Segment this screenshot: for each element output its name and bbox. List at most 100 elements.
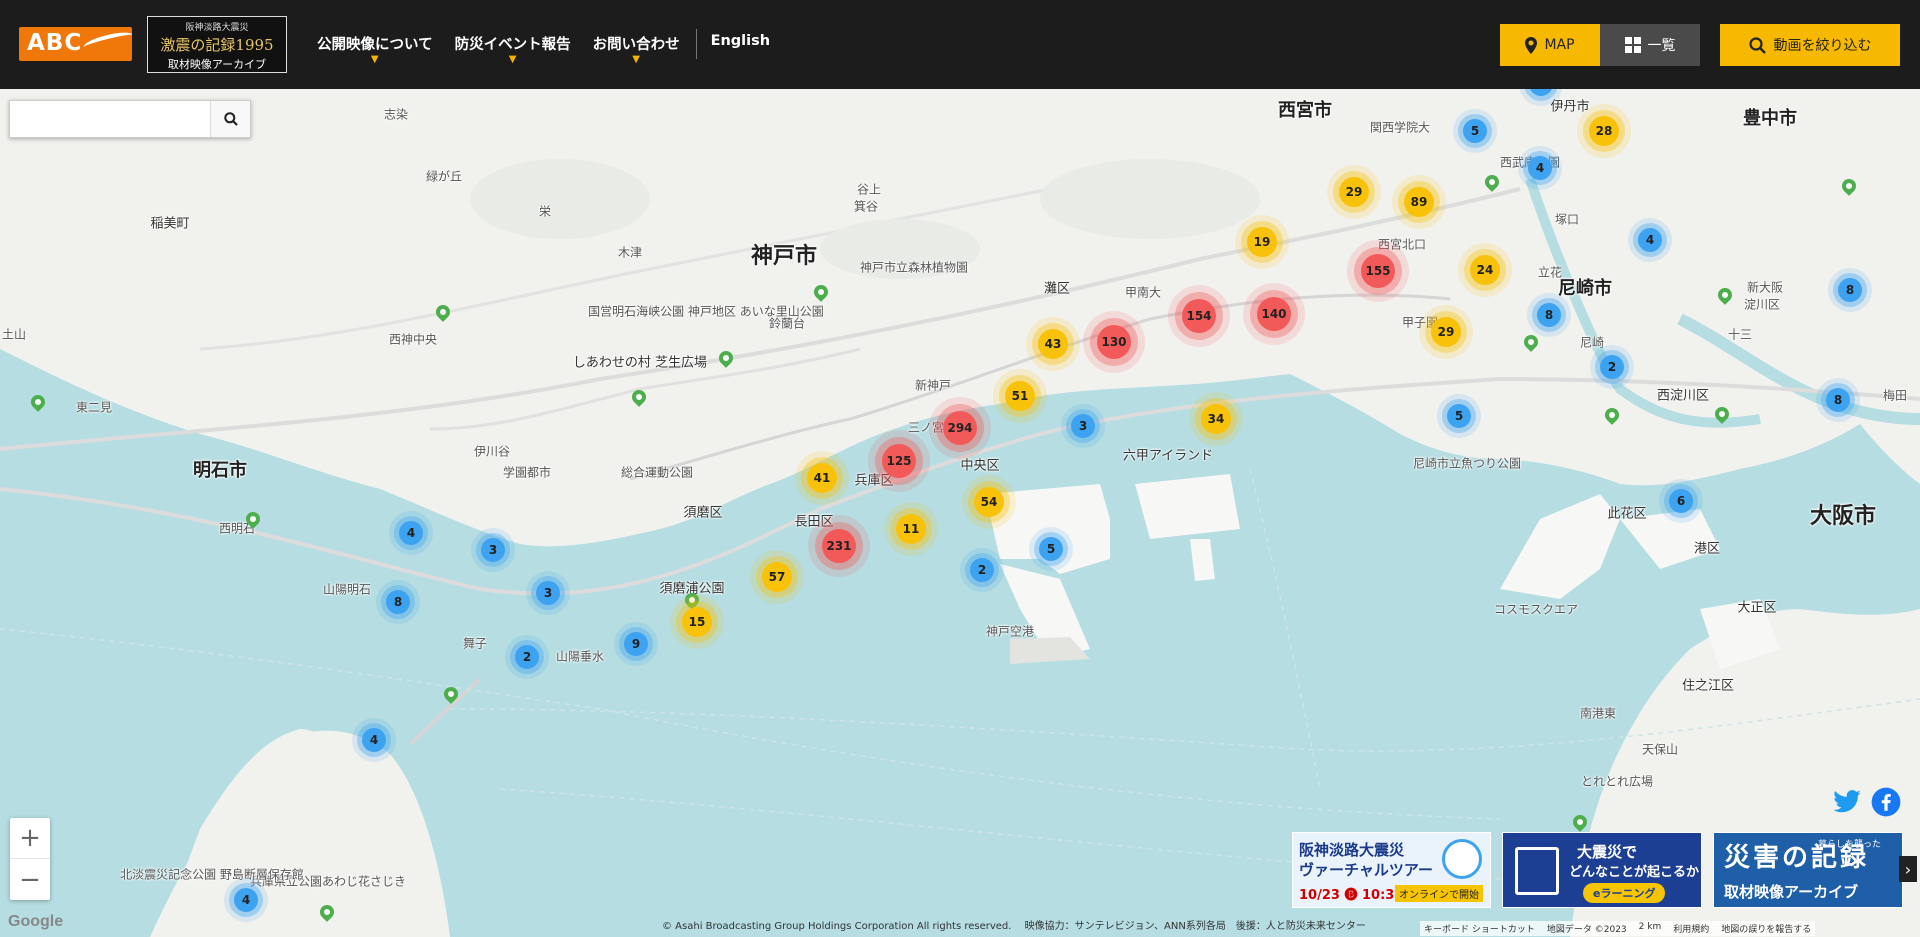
video-cluster-marker[interactable]: 19	[1247, 227, 1277, 257]
chevron-right-icon[interactable]: ›	[1899, 856, 1917, 882]
place-label: 伊川谷	[473, 444, 511, 459]
banner-line: どんなことが起こるか	[1569, 865, 1700, 880]
virtual-tour-banner[interactable]: 阪神淡路大震災 ヴァーチャルツアー 10/23 🅑 10:30〜 オンラインで開…	[1292, 832, 1491, 908]
video-cluster-marker[interactable]: 4	[1528, 156, 1552, 180]
chevron-down-icon: ▼	[370, 54, 379, 65]
place-label: 此花区	[1607, 506, 1647, 522]
archive-logo-main: 激震の記録1995	[160, 36, 274, 54]
video-cluster-marker[interactable]: 6	[1669, 489, 1693, 513]
video-cluster-marker[interactable]: 43	[1038, 329, 1068, 359]
video-cluster-marker[interactable]: 28	[1589, 116, 1619, 146]
event-emblem-icon	[1442, 839, 1482, 879]
banner-line: 取材映像アーカイブ	[1724, 883, 1859, 901]
twitter-icon[interactable]	[1832, 787, 1862, 817]
map-view-button[interactable]: MAP	[1500, 24, 1600, 66]
elearning-banner[interactable]: 大震災で どんなことが起こるか eラーニング	[1502, 832, 1702, 908]
place-label: 木津	[617, 245, 643, 260]
video-cluster-marker[interactable]: 140	[1257, 297, 1291, 331]
map-data-credit: 地図データ ©2023	[1546, 925, 1627, 935]
google-logo: Google	[8, 913, 64, 930]
place-label: 西宮市	[1278, 100, 1332, 121]
video-cluster-marker[interactable]: 54	[974, 487, 1004, 517]
video-cluster-marker[interactable]: 15	[682, 607, 712, 637]
keyboard-shortcuts-link[interactable]: キーボード ショートカット	[1424, 922, 1535, 935]
video-cluster-marker[interactable]: 8	[1826, 388, 1850, 412]
nav-event-report[interactable]: 防災イベント報告 ▼	[455, 0, 571, 65]
video-cluster-marker[interactable]: 154	[1182, 299, 1216, 333]
archive-logo-bottom: 取材映像アーカイブ	[167, 58, 267, 71]
video-cluster-marker[interactable]: 2	[515, 645, 539, 669]
place-label: 学園都市	[502, 465, 552, 480]
zoom-out-button[interactable]: −	[10, 859, 50, 900]
video-cluster-marker[interactable]: 24	[1470, 255, 1500, 285]
facebook-icon[interactable]	[1871, 787, 1901, 817]
place-label: 港区	[1693, 541, 1721, 557]
video-cluster-marker[interactable]: 3	[481, 538, 505, 562]
zoom-control: + −	[10, 818, 50, 900]
video-cluster-marker[interactable]: 5	[1463, 119, 1487, 143]
video-cluster-marker[interactable]: 34	[1201, 404, 1231, 434]
video-cluster-marker[interactable]: 3	[1071, 414, 1095, 438]
video-cluster-marker[interactable]: 29	[1339, 177, 1369, 207]
banner-line: ヴァーチャルツアー	[1299, 861, 1433, 879]
place-label: 稲美町	[150, 216, 190, 232]
place-label: とれとれ広場	[1580, 774, 1654, 789]
place-label: 新神戸	[914, 378, 952, 393]
archive-logo[interactable]: 阪神淡路大震災 激震の記録1995 取材映像アーカイブ	[147, 16, 287, 73]
place-label: 神戸空港	[985, 624, 1035, 639]
place-label: 鈴蘭台	[768, 316, 806, 331]
clipboard-icon	[1515, 847, 1559, 895]
zoom-in-button[interactable]: +	[10, 818, 50, 859]
video-cluster-marker[interactable]: 29	[1431, 317, 1461, 347]
filter-videos-button[interactable]: 動画を絞り込む	[1720, 24, 1900, 66]
place-label: 灘区	[1043, 281, 1071, 297]
video-cluster-marker[interactable]: 294	[943, 411, 977, 445]
nav-english[interactable]: English	[711, 0, 771, 49]
video-cluster-marker[interactable]: 51	[1005, 381, 1035, 411]
video-cluster-marker[interactable]: 4	[1638, 228, 1662, 252]
main-nav: 公開映像について ▼ 防災イベント報告 ▼ お問い合わせ ▼ English	[317, 0, 792, 89]
place-label: 三ノ宮	[907, 420, 945, 435]
video-cluster-marker[interactable]: 41	[807, 463, 837, 493]
video-cluster-marker[interactable]: 2	[970, 558, 994, 582]
list-view-button[interactable]: 一覧	[1600, 24, 1700, 66]
place-label: 伊丹市	[1550, 99, 1590, 115]
video-cluster-marker[interactable]: 57	[762, 562, 792, 592]
video-cluster-marker[interactable]: 9	[624, 632, 648, 656]
place-label: 中央区	[960, 458, 1000, 474]
banner-line: 大震災で	[1577, 843, 1638, 861]
video-cluster-marker[interactable]: 8	[1537, 303, 1561, 327]
video-cluster-marker[interactable]: 125	[882, 444, 916, 478]
terms-link[interactable]: 利用規約	[1673, 922, 1709, 935]
copyright-text: © Asahi Broadcasting Group Holdings Corp…	[662, 921, 1366, 932]
video-cluster-marker[interactable]: 4	[399, 521, 423, 545]
search-button[interactable]	[210, 101, 250, 137]
place-label: 舞子	[462, 636, 488, 651]
abc-logo[interactable]: ABC	[19, 27, 134, 61]
video-cluster-marker[interactable]: 5	[1039, 537, 1063, 561]
disaster-archive-banner[interactable]: 災害の記録 暮らしを襲った 取材映像アーカイブ	[1713, 832, 1903, 908]
map-canvas[interactable]: 神戸市 西宮市 尼崎市 大阪市 明石市 豊中市 伊丹市 稲美町 六甲アイランド …	[0, 89, 1920, 937]
place-label: 尼崎市	[1558, 278, 1612, 299]
video-cluster-marker[interactable]: 89	[1404, 187, 1434, 217]
video-cluster-marker[interactable]: 8	[1838, 278, 1862, 302]
nav-contact[interactable]: お問い合わせ ▼	[593, 0, 680, 65]
video-cluster-marker[interactable]: 2	[1600, 355, 1624, 379]
video-cluster-marker[interactable]: 11	[896, 514, 926, 544]
report-error-link[interactable]: 地図の誤りを報告する	[1721, 922, 1811, 935]
video-cluster-marker[interactable]: 4	[362, 728, 386, 752]
place-label: 東二見	[75, 400, 113, 415]
video-cluster-marker[interactable]: 3	[536, 581, 560, 605]
video-cluster-marker[interactable]: 4	[234, 888, 258, 912]
map-search-input[interactable]	[10, 101, 212, 137]
video-cluster-marker[interactable]: 155	[1361, 254, 1395, 288]
video-cluster-marker[interactable]: 5	[1447, 404, 1471, 428]
place-label: 塚口	[1554, 212, 1580, 227]
video-cluster-marker[interactable]: 130	[1097, 325, 1131, 359]
video-cluster-marker[interactable]: 231	[822, 529, 856, 563]
place-label: 神戸市	[750, 244, 818, 269]
video-cluster-marker[interactable]: 8	[386, 590, 410, 614]
site-header: ABC 阪神淡路大震災 激震の記録1995 取材映像アーカイブ 公開映像について…	[0, 0, 1920, 89]
nav-about-footage[interactable]: 公開映像について ▼	[317, 0, 433, 65]
scale-bar: 2 km	[1638, 922, 1662, 932]
